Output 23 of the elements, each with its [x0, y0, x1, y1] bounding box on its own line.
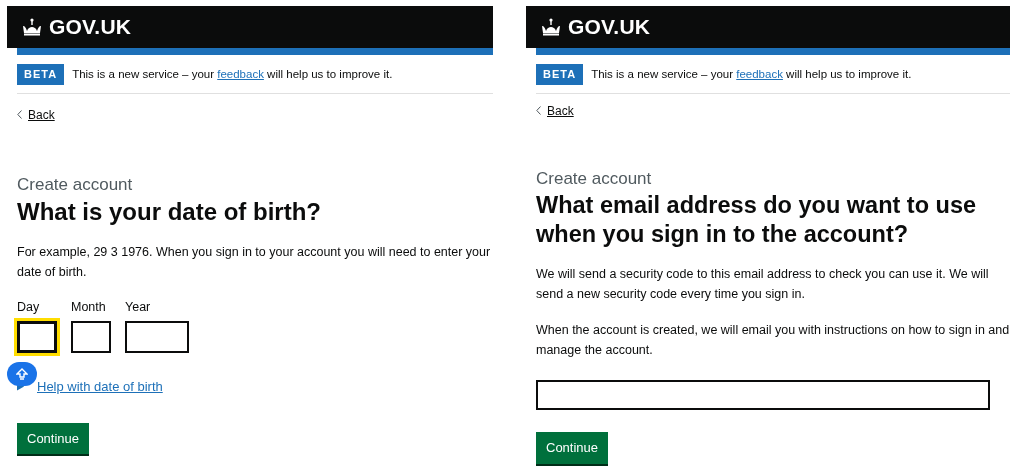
phase-tag: BETA [17, 64, 65, 85]
page-heading: What email address do you want to use when you sign in to the account? [536, 191, 978, 249]
logo-text[interactable]: GOV.UK [568, 11, 651, 43]
phase-banner-text: This is a new service – your feedback will help us to improve it. [591, 66, 912, 82]
body-text: We will send a security code to this email address to check you can use it. We will send a new security code every time you sign in. [536, 266, 990, 304]
body-text: When the account is created, we will email you with instructions on how to sign in and manage the account. [536, 322, 1010, 360]
feedback-link[interactable]: feedback [217, 67, 264, 80]
field-label: Month [71, 299, 107, 317]
back-link[interactable]: Back [536, 101, 574, 120]
continue-button[interactable]: Continue [17, 422, 90, 456]
body-text: For example, 29 3 1976. When you sign in to your account you will need to enter your date of birth. [17, 244, 492, 282]
continue-button[interactable]: Continue [536, 432, 609, 466]
caption: Create account [536, 167, 653, 190]
logo-text[interactable]: GOV.UK [49, 11, 132, 43]
phase-banner-text: This is a new service – your feedback will help us to improve it. [72, 66, 393, 82]
back-link[interactable]: Back [17, 105, 55, 124]
field-label: Day [17, 299, 41, 317]
field-label: Year [125, 299, 152, 317]
caption: Create account [17, 173, 134, 196]
phase-tag: BETA [536, 64, 584, 85]
feedback-link[interactable]: feedback [736, 67, 783, 80]
details-link[interactable]: Help with date of birth [37, 377, 163, 397]
page-heading: What is your date of birth? [17, 197, 322, 227]
